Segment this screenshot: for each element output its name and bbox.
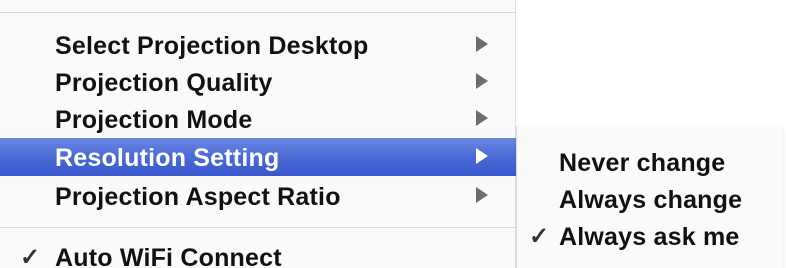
checkmark-icon: ✓ [20, 244, 41, 268]
menu-separator-top [0, 12, 515, 13]
menu-item-auto-wifi-connect[interactable]: ✓ Auto WiFi Connect [0, 238, 516, 268]
menu-screenshot: Select Projection Desktop Projection Qua… [0, 0, 786, 268]
submenu-item-never-change[interactable]: Never change [517, 143, 783, 181]
context-menu: Select Projection Desktop Projection Qua… [0, 0, 516, 268]
menu-item-select-projection-desktop[interactable]: Select Projection Desktop [0, 26, 516, 64]
menu-separator [0, 227, 515, 228]
submenu-item-always-change[interactable]: Always change [517, 180, 783, 218]
submenu-arrow-icon [476, 110, 488, 126]
menu-item-projection-quality[interactable]: Projection Quality [0, 63, 516, 101]
menu-item-projection-mode[interactable]: Projection Mode [0, 100, 516, 138]
submenu-arrow-icon [476, 187, 488, 203]
submenu-arrow-icon [476, 148, 488, 164]
submenu-item-label: Always ask me [559, 223, 740, 251]
submenu-item-always-ask-me[interactable]: ✓ Always ask me [517, 217, 783, 255]
menu-item-label: Projection Mode [55, 106, 253, 134]
checkmark-icon: ✓ [529, 223, 550, 250]
menu-item-label: Select Projection Desktop [55, 32, 369, 60]
submenu-arrow-icon [476, 36, 488, 52]
menu-item-label: Projection Aspect Ratio [55, 183, 341, 211]
submenu-item-label: Never change [559, 149, 726, 177]
resolution-submenu: Never change Always change ✓ Always ask … [516, 126, 782, 268]
menu-item-label: Projection Quality [55, 69, 273, 97]
menu-item-resolution-setting[interactable]: Resolution Setting [0, 138, 516, 176]
menu-item-projection-aspect-ratio[interactable]: Projection Aspect Ratio [0, 177, 516, 215]
submenu-arrow-icon [476, 73, 488, 89]
submenu-item-label: Always change [559, 186, 743, 214]
menu-item-label: Auto WiFi Connect [55, 244, 282, 268]
menu-item-label: Resolution Setting [55, 144, 280, 172]
